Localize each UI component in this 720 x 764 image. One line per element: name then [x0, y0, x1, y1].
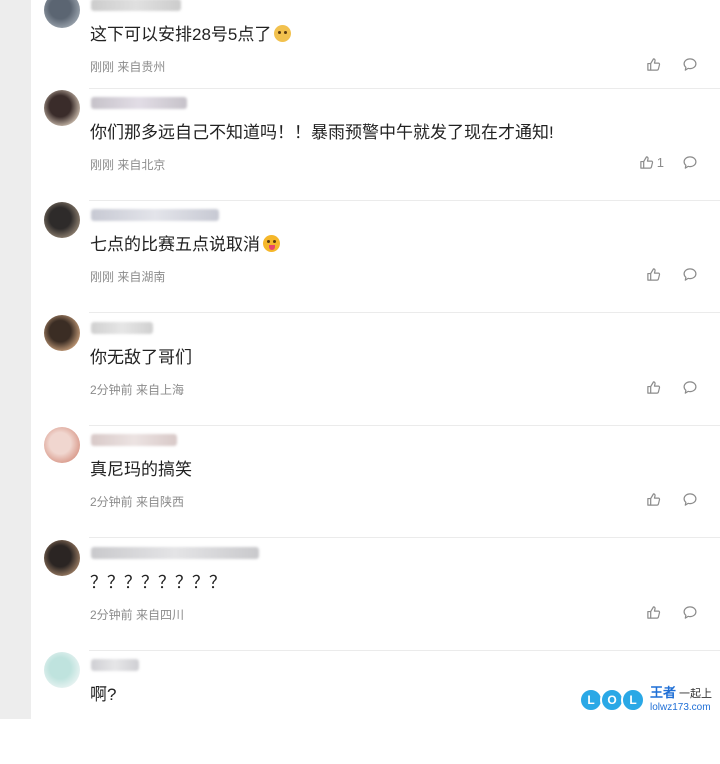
- comment-divider: [89, 650, 720, 651]
- comment-text-content: 七点的比赛五点说取消: [90, 235, 260, 254]
- comment-text: 真尼玛的搞笑: [90, 455, 192, 480]
- comment-text: 你无敌了哥们: [90, 343, 192, 368]
- like-count: 1: [656, 154, 664, 170]
- thumbs-up-icon: [646, 380, 661, 395]
- like-button[interactable]: [646, 605, 664, 620]
- site-watermark: L O L 王者 一起上 lolwz173.com: [578, 685, 712, 713]
- avatar[interactable]: [44, 0, 80, 28]
- comment-divider: [89, 312, 720, 313]
- comment-text: 这下可以安排28号5点了: [90, 20, 292, 45]
- watermark-letter: L: [620, 687, 645, 712]
- avatar[interactable]: [44, 540, 80, 576]
- like-button[interactable]: [646, 57, 664, 72]
- username-blurred[interactable]: [91, 322, 153, 334]
- username-blurred[interactable]: [91, 659, 139, 671]
- comment-divider: [89, 88, 720, 89]
- username-blurred[interactable]: [91, 547, 259, 559]
- username-blurred[interactable]: [91, 209, 219, 221]
- page-left-gutter: [0, 0, 31, 719]
- avatar[interactable]: [44, 315, 80, 351]
- comment-meta: 刚刚 来自北京: [90, 158, 166, 172]
- comment-meta: 2分钟前 来自上海: [90, 383, 185, 397]
- comment-item: 真尼玛的搞笑 2分钟前 来自陕西: [31, 427, 720, 539]
- comment-meta: 刚刚 来自贵州: [90, 60, 166, 74]
- comment-meta: 2分钟前 来自陕西: [90, 495, 185, 509]
- comment-item: 你无敌了哥们 2分钟前 来自上海: [31, 315, 720, 427]
- speech-bubble-icon: [682, 155, 698, 170]
- thumbs-up-icon: [646, 57, 661, 72]
- comment-actions: [646, 602, 698, 622]
- comment-text-content: 真尼玛的搞笑: [90, 460, 192, 479]
- like-button[interactable]: [646, 267, 664, 282]
- comment-text-content: 你们那多远自己不知道吗！！暴雨预警中午就发了现在才通知!: [90, 123, 554, 142]
- comment-actions: [646, 264, 698, 284]
- comment-actions: [646, 489, 698, 509]
- speech-bubble-icon: [682, 605, 698, 620]
- comment-text: 你们那多远自己不知道吗！！暴雨预警中午就发了现在才通知!: [90, 118, 554, 143]
- username-blurred[interactable]: [91, 97, 187, 109]
- comment-meta: 刚刚 来自湖南: [90, 270, 166, 284]
- watermark-slogan: 一起上: [679, 688, 712, 700]
- avatar[interactable]: [44, 90, 80, 126]
- comment-item: 七点的比赛五点说取消刚刚 来自湖南: [31, 202, 720, 314]
- avatar[interactable]: [44, 202, 80, 238]
- watermark-brand: 王者: [649, 685, 676, 700]
- tongue-face-emoji-icon: [263, 235, 280, 252]
- thumbs-up-icon: [639, 155, 654, 170]
- like-button[interactable]: 1: [639, 155, 664, 170]
- comment-divider: [89, 200, 720, 201]
- comment-text-content: 这下可以安排28号5点了: [90, 25, 272, 44]
- comment-item: 这下可以安排28号5点了刚刚 来自贵州: [31, 0, 720, 104]
- comment-text-content: 你无敌了哥们: [90, 348, 192, 367]
- reply-button[interactable]: [682, 155, 698, 170]
- comment-meta: 2分钟前 来自四川: [90, 608, 185, 622]
- avatar[interactable]: [44, 652, 80, 688]
- username-blurred[interactable]: [91, 434, 177, 446]
- reply-button[interactable]: [682, 57, 698, 72]
- comment-text-content: 啊?: [90, 685, 117, 704]
- reply-button[interactable]: [682, 605, 698, 620]
- like-button[interactable]: [646, 380, 664, 395]
- comment-actions: 1: [639, 152, 698, 172]
- speech-bubble-icon: [682, 57, 698, 72]
- reply-button[interactable]: [682, 380, 698, 395]
- comment-item: ？？？？？？？？ 2分钟前 来自四川: [31, 540, 720, 652]
- thumbs-up-icon: [646, 267, 661, 282]
- speech-bubble-icon: [682, 380, 698, 395]
- comment-list: 这下可以安排28号5点了刚刚 来自贵州 你们那多远自己不知道吗！！暴雨预警中午就…: [31, 0, 720, 719]
- username-blurred[interactable]: [91, 0, 181, 11]
- comment-item: 你们那多远自己不知道吗！！暴雨预警中午就发了现在才通知! 刚刚 来自北京 1: [31, 90, 720, 202]
- comment-text: 啊?: [90, 680, 116, 705]
- thumbs-up-icon: [646, 492, 661, 507]
- reply-button[interactable]: [682, 267, 698, 282]
- like-button[interactable]: [646, 492, 664, 507]
- comment-text: ？？？？？？？？: [90, 568, 226, 593]
- speech-bubble-icon: [682, 492, 698, 507]
- thumbs-up-icon: [646, 605, 661, 620]
- comment-text: 七点的比赛五点说取消: [90, 230, 280, 255]
- comment-divider: [89, 425, 720, 426]
- comment-text-content: ？？？？？？？？: [90, 573, 226, 592]
- watermark-logo: L O L: [578, 687, 645, 712]
- reply-button[interactable]: [682, 492, 698, 507]
- comment-divider: [89, 537, 720, 538]
- comment-actions: [646, 377, 698, 397]
- speech-bubble-icon: [682, 267, 698, 282]
- cat-face-emoji-icon: [274, 25, 292, 42]
- comment-actions: [646, 54, 698, 74]
- watermark-url: lolwz173.com: [649, 702, 711, 713]
- avatar[interactable]: [44, 427, 80, 463]
